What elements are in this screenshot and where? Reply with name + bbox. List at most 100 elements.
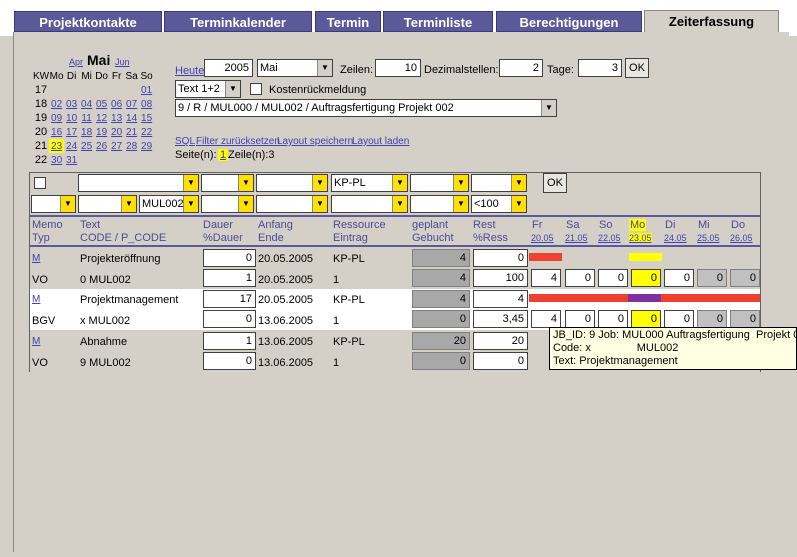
text-mode-select[interactable]: Text 1+2 ▼ [175, 80, 241, 98]
filter-press[interactable]: <100 ▼ [471, 195, 527, 213]
day-date-link[interactable]: 20.05 [531, 233, 554, 243]
filter-rest[interactable]: ▼ [471, 174, 527, 192]
rest-input[interactable]: 0 [473, 249, 528, 267]
day-hours-input[interactable]: 4 [531, 310, 561, 328]
filter-ende[interactable]: ▼ [256, 195, 328, 213]
day-date-link[interactable]: 23.05 [629, 233, 652, 243]
cal-day-link[interactable]: 23 [51, 141, 62, 152]
rest-input[interactable]: 4 [473, 290, 528, 308]
filter-eintrag[interactable]: ▼ [331, 195, 408, 213]
press-input[interactable]: 0 [473, 352, 528, 370]
cal-day-link[interactable]: 03 [66, 99, 77, 110]
next-month-link[interactable]: Jun [115, 57, 130, 67]
day-hours-input[interactable]: 0 [565, 310, 595, 328]
cal-day-link[interactable]: 22 [141, 127, 152, 138]
cal-day-link[interactable]: 21 [126, 127, 137, 138]
tab-terminkalender[interactable]: Terminkalender [164, 11, 312, 32]
tab-termin[interactable]: Termin [315, 11, 381, 32]
day-date-link[interactable]: 21.05 [565, 233, 588, 243]
day-hours-input[interactable]: 0 [631, 269, 661, 287]
cal-day-link[interactable]: 10 [66, 113, 77, 124]
filter-ok-button[interactable]: OK [543, 173, 567, 193]
zeilen-input[interactable]: 10 [375, 59, 421, 77]
filter-dauer[interactable]: ▼ [201, 174, 254, 192]
cal-day-link[interactable]: 07 [126, 99, 137, 110]
cal-day-link[interactable]: 14 [126, 113, 137, 124]
cal-day-link[interactable]: 04 [81, 99, 92, 110]
cal-day-link[interactable]: 19 [96, 127, 107, 138]
day-date-link[interactable]: 22.05 [598, 233, 621, 243]
press-input[interactable]: 100 [473, 269, 528, 287]
day-hours-input[interactable]: 4 [531, 269, 561, 287]
select-all-checkbox[interactable] [34, 177, 46, 189]
day-hours-input[interactable]: 0 [631, 310, 661, 328]
cal-day-link[interactable]: 29 [141, 141, 152, 152]
cal-day-link[interactable]: 27 [111, 141, 122, 152]
day-hours-input[interactable]: 0 [730, 269, 760, 287]
tab-berechtigungen[interactable]: Berechtigungen [496, 11, 642, 32]
day-date-link[interactable]: 26.05 [730, 233, 753, 243]
cal-day-link[interactable]: 24 [66, 141, 77, 152]
cal-day-link[interactable]: 28 [126, 141, 137, 152]
save-layout-link[interactable]: Layout speichern [277, 136, 353, 147]
year-input[interactable]: 2005 [204, 59, 253, 77]
cal-day-link[interactable]: 26 [96, 141, 107, 152]
cal-day-link[interactable]: 13 [111, 113, 122, 124]
sql-link[interactable]: SQL [175, 136, 195, 147]
tab-terminliste[interactable]: Terminliste [383, 11, 493, 32]
day-hours-input[interactable]: 0 [598, 269, 628, 287]
memo-link[interactable]: M [32, 253, 40, 264]
cal-day-link[interactable]: 12 [96, 113, 107, 124]
ok-button[interactable]: OK [625, 58, 649, 78]
cal-day-link[interactable]: 16 [51, 127, 62, 138]
filter-gebucht[interactable]: ▼ [410, 195, 469, 213]
reset-filter-link[interactable]: Filter zurücksetzen [196, 136, 280, 147]
tage-input[interactable]: 3 [578, 59, 622, 77]
day-date-link[interactable]: 24.05 [664, 233, 687, 243]
cal-day-link[interactable]: 11 [81, 113, 91, 124]
cal-day-link[interactable]: 17 [66, 127, 77, 138]
day-hours-input[interactable]: 0 [730, 310, 760, 328]
cal-day-link[interactable]: 30 [51, 155, 62, 166]
filter-anfang[interactable]: ▼ [256, 174, 328, 192]
dauer-input[interactable]: 17 [203, 290, 256, 308]
filter-pdauer[interactable]: ▼ [201, 195, 254, 213]
cal-day-link[interactable]: 15 [141, 113, 152, 124]
cal-day-link[interactable]: 18 [81, 127, 92, 138]
cal-day-link[interactable]: 31 [66, 155, 77, 166]
day-hours-input[interactable]: 0 [598, 310, 628, 328]
cal-day-link[interactable]: 20 [111, 127, 122, 138]
filter-ressource[interactable]: KP-PL ▼ [331, 174, 408, 192]
day-hours-input[interactable]: 0 [664, 269, 694, 287]
memo-link[interactable]: M [32, 336, 40, 347]
load-layout-link[interactable]: Layout laden [352, 136, 409, 147]
dezimal-input[interactable]: 2 [499, 59, 543, 77]
month-select[interactable]: Mai ▼ [257, 59, 333, 77]
cal-day-link[interactable]: 06 [111, 99, 122, 110]
dauer-input[interactable]: 0 [203, 249, 256, 267]
day-hours-input[interactable]: 0 [697, 269, 727, 287]
project-select[interactable]: 9 / R / MUL000 / MUL002 / Auftragsfertig… [175, 99, 557, 117]
day-date-link[interactable]: 25.05 [697, 233, 720, 243]
cal-day-link[interactable]: 25 [81, 141, 92, 152]
day-hours-input[interactable]: 0 [565, 269, 595, 287]
pdauer-input[interactable]: 0 [203, 352, 256, 370]
prev-month-link[interactable]: Apr [69, 57, 83, 67]
cal-day-link[interactable]: 09 [51, 113, 62, 124]
filter-geplant[interactable]: ▼ [410, 174, 469, 192]
pdauer-input[interactable]: 0 [203, 310, 256, 328]
filter-code[interactable]: ▼ [78, 195, 137, 213]
cal-day-link[interactable]: 05 [96, 99, 107, 110]
tab-projektkontakte[interactable]: Projektkontakte [14, 11, 162, 32]
day-hours-input[interactable]: 0 [664, 310, 694, 328]
cal-day-link[interactable]: 01 [141, 85, 152, 96]
page-1-link[interactable]: 1 [218, 149, 229, 161]
day-hours-input[interactable]: 0 [697, 310, 727, 328]
filter-memo[interactable]: ▼ [31, 195, 76, 213]
cal-day-link[interactable]: 08 [141, 99, 152, 110]
filter-pcode[interactable]: MUL002 ▼ [139, 195, 199, 213]
cal-day-link[interactable]: 02 [51, 99, 62, 110]
pdauer-input[interactable]: 1 [203, 269, 256, 287]
filter-text[interactable]: ▼ [78, 174, 199, 192]
rest-input[interactable]: 20 [473, 332, 528, 350]
